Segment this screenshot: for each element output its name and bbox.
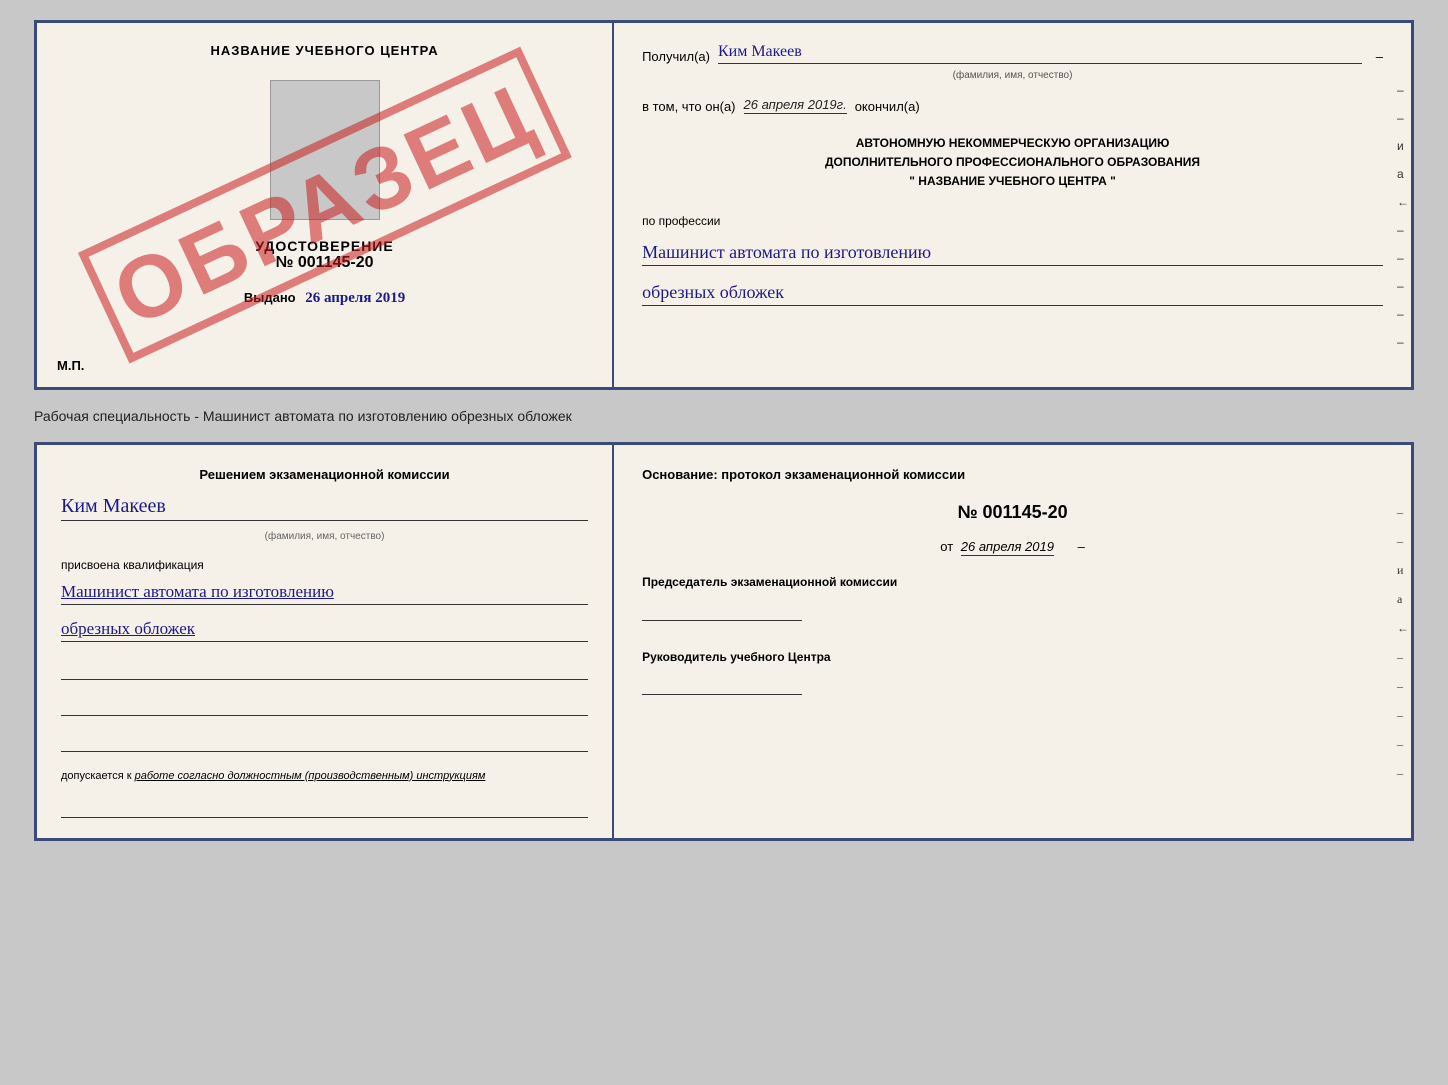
director-sig-line — [642, 675, 802, 695]
protocol-date: 26 апреля 2019 — [961, 539, 1054, 556]
qual-line2: обрезных обложек — [61, 619, 195, 638]
cert-school-name: НАЗВАНИЕ УЧЕБНОГО ЦЕНТРА — [210, 43, 438, 58]
date-value: 26 апреля 2019г. — [744, 97, 847, 112]
cert-issued-block: Выдано 26 апреля 2019 — [244, 290, 405, 307]
mp-label: М.П. — [57, 358, 84, 373]
cert-doc-label: УДОСТОВЕРЕНИЕ — [255, 238, 393, 254]
cert-right-panel: Получил(а) Ким Макеев – (фамилия, имя, о… — [614, 23, 1411, 387]
bottom-left-panel: Решением экзаменационной комиссии Ким Ма… — [37, 445, 614, 838]
qual-field-2: обрезных обложек — [61, 619, 588, 642]
profession-field-2: обрезных обложек — [642, 282, 1383, 306]
org-line3: " НАЗВАНИЕ УЧЕБНОГО ЦЕНТРА " — [642, 172, 1383, 191]
bottom-name-field: Ким Макеев — [61, 495, 588, 521]
blank-line-1 — [61, 658, 588, 680]
chairman-label: Председатель экзаменационной комиссии — [642, 574, 1383, 591]
admission-prefix: допускается к — [61, 770, 132, 782]
chairman-sig-block: Председатель экзаменационной комиссии — [642, 574, 1383, 621]
recipient-name-field: Ким Макеев — [718, 43, 1362, 64]
caption-text: Рабочая специальность - Машинист автомат… — [34, 404, 1414, 428]
blank-line-4 — [61, 796, 588, 818]
recipient-name: Ким Макеев — [718, 43, 802, 60]
profession-field-1: Машинист автомата по изготовлению — [642, 242, 1383, 266]
certificate-bottom: Решением экзаменационной комиссии Ким Ма… — [34, 442, 1414, 841]
side-marks-top: – – и а ← – – – – – — [1397, 83, 1409, 349]
side-marks-bottom: – – и а ← – – – – – — [1397, 505, 1409, 781]
profession-label: по профессии — [642, 214, 1383, 228]
admission-block: допускается к работе согласно должностны… — [61, 770, 588, 782]
cert-number-block: УДОСТОВЕРЕНИЕ № 001145-20 — [255, 238, 393, 272]
director-sig-block: Руководитель учебного Центра — [642, 649, 1383, 696]
protocol-number: № 001145-20 — [642, 502, 1383, 523]
qualification-label: присвоена квалификация — [61, 558, 588, 572]
org-line1: АВТОНОМНУЮ НЕКОММЕРЧЕСКУЮ ОРГАНИЗАЦИЮ — [642, 134, 1383, 153]
date-prefix: в том, что он(а) — [642, 99, 735, 114]
cert-photo-placeholder — [270, 80, 380, 220]
blank-line-2 — [61, 694, 588, 716]
document-container: НАЗВАНИЕ УЧЕБНОГО ЦЕНТРА УДОСТОВЕРЕНИЕ №… — [34, 20, 1414, 841]
certificate-top: НАЗВАНИЕ УЧЕБНОГО ЦЕНТРА УДОСТОВЕРЕНИЕ №… — [34, 20, 1414, 390]
bottom-right-panel: Основание: протокол экзаменационной коми… — [614, 445, 1411, 838]
chairman-sig-line — [642, 601, 802, 621]
org-line2: ДОПОЛНИТЕЛЬНОГО ПРОФЕССИОНАЛЬНОГО ОБРАЗО… — [642, 153, 1383, 172]
cert-issued-label: Выдано — [244, 290, 296, 305]
bottom-person-name: Ким Макеев — [61, 495, 166, 517]
commission-title: Решением экзаменационной комиссии — [61, 465, 588, 485]
cert-recipient-row: Получил(а) Ким Макеев – — [642, 43, 1383, 64]
date-row: в том, что он(а) 26 апреля 2019г. окончи… — [642, 97, 1383, 114]
director-label: Руководитель учебного Центра — [642, 649, 1383, 666]
org-block: АВТОНОМНУЮ НЕКОММЕРЧЕСКУЮ ОРГАНИЗАЦИЮ ДО… — [642, 134, 1383, 192]
finished-label: окончил(а) — [855, 99, 920, 114]
received-label: Получил(а) — [642, 49, 710, 64]
admission-text: работе согласно должностным (производств… — [135, 770, 486, 782]
qual-field-1: Машинист автомата по изготовлению — [61, 582, 588, 605]
name-hint-top: (фамилия, имя, отчество) — [642, 70, 1383, 81]
cert-doc-number: № 001145-20 — [255, 254, 393, 272]
bottom-name-hint: (фамилия, имя, отчество) — [61, 531, 588, 542]
cert-left-panel: НАЗВАНИЕ УЧЕБНОГО ЦЕНТРА УДОСТОВЕРЕНИЕ №… — [37, 23, 614, 387]
cert-issued-date: 26 апреля 2019 — [305, 290, 405, 306]
qual-line1: Машинист автомата по изготовлению — [61, 582, 334, 601]
profession-line2: обрезных обложек — [642, 282, 784, 302]
date-from-prefix: от — [940, 539, 953, 554]
blank-line-3 — [61, 730, 588, 752]
protocol-date-row: от 26 апреля 2019 – — [642, 539, 1383, 554]
basis-label: Основание: протокол экзаменационной коми… — [642, 465, 1383, 486]
profession-line1: Машинист автомата по изготовлению — [642, 242, 931, 262]
